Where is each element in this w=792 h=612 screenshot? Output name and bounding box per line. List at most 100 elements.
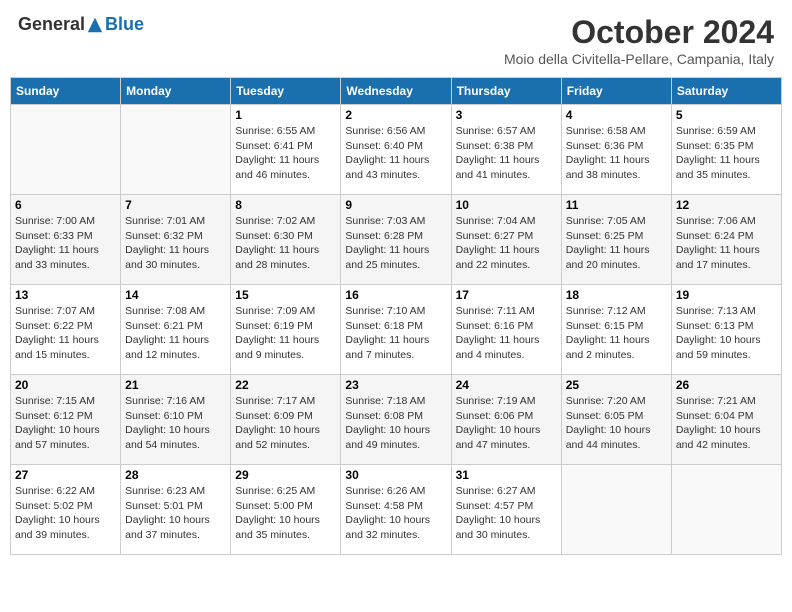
day-info: Sunrise: 7:02 AM Sunset: 6:30 PM Dayligh…: [235, 214, 336, 273]
month-title: October 2024: [504, 14, 774, 51]
day-number: 15: [235, 288, 336, 302]
day-info: Sunrise: 7:16 AM Sunset: 6:10 PM Dayligh…: [125, 394, 226, 453]
day-number: 23: [345, 378, 446, 392]
calendar-week-row: 6Sunrise: 7:00 AM Sunset: 6:33 PM Daylig…: [11, 195, 782, 285]
title-section: October 2024 Moio della Civitella-Pellar…: [504, 14, 774, 67]
day-info: Sunrise: 6:57 AM Sunset: 6:38 PM Dayligh…: [456, 124, 557, 183]
day-header-tuesday: Tuesday: [231, 78, 341, 105]
location-subtitle: Moio della Civitella-Pellare, Campania, …: [504, 51, 774, 67]
calendar-cell: 4 Sunrise: 6:58 AM Sunset: 6:36 PM Daylig…: [561, 105, 671, 195]
calendar-cell: [121, 105, 231, 195]
day-number: 6: [15, 198, 116, 212]
day-number: 24: [456, 378, 557, 392]
calendar-cell: 20 Sunrise: 7:15 AM Sunset: 6:12 PM Dayli…: [11, 375, 121, 465]
day-info: Sunrise: 7:08 AM Sunset: 6:21 PM Dayligh…: [125, 304, 226, 363]
day-header-monday: Monday: [121, 78, 231, 105]
day-number: 19: [676, 288, 777, 302]
day-number: 28: [125, 468, 226, 482]
calendar-cell: [11, 105, 121, 195]
day-info: Sunrise: 7:18 AM Sunset: 6:08 PM Dayligh…: [345, 394, 446, 453]
day-info: Sunrise: 7:04 AM Sunset: 6:27 PM Dayligh…: [456, 214, 557, 273]
day-number: 5: [676, 108, 777, 122]
day-info: Sunrise: 7:15 AM Sunset: 6:12 PM Dayligh…: [15, 394, 116, 453]
calendar-cell: 22Sunrise: 7:17 AM Sunset: 6:09 PM Dayli…: [231, 375, 341, 465]
day-info: Sunrise: 7:11 AM Sunset: 6:16 PM Dayligh…: [456, 304, 557, 363]
calendar-cell: 7 Sunrise: 7:01 AM Sunset: 6:32 PM Daylig…: [121, 195, 231, 285]
day-info: Sunrise: 6:26 AM Sunset: 4:58 PM Dayligh…: [345, 484, 446, 543]
day-number: 2: [345, 108, 446, 122]
day-info: Sunrise: 6:25 AM Sunset: 5:00 PM Dayligh…: [235, 484, 336, 543]
day-number: 8: [235, 198, 336, 212]
day-info: Sunrise: 6:59 AM Sunset: 6:35 PM Dayligh…: [676, 124, 777, 183]
day-header-friday: Friday: [561, 78, 671, 105]
calendar-week-row: 1 Sunrise: 6:55 AM Sunset: 6:41 PM Daylig…: [11, 105, 782, 195]
day-number: 26: [676, 378, 777, 392]
day-number: 13: [15, 288, 116, 302]
day-number: 7: [125, 198, 226, 212]
day-info: Sunrise: 7:12 AM Sunset: 6:15 PM Dayligh…: [566, 304, 667, 363]
logo-icon: [86, 16, 104, 34]
calendar-week-row: 27 Sunrise: 6:22 AM Sunset: 5:02 PM Dayli…: [11, 465, 782, 555]
day-header-thursday: Thursday: [451, 78, 561, 105]
day-info: Sunrise: 6:55 AM Sunset: 6:41 PM Dayligh…: [235, 124, 336, 183]
day-info: Sunrise: 7:13 AM Sunset: 6:13 PM Dayligh…: [676, 304, 777, 363]
day-info: Sunrise: 7:05 AM Sunset: 6:25 PM Dayligh…: [566, 214, 667, 273]
day-info: Sunrise: 7:01 AM Sunset: 6:32 PM Dayligh…: [125, 214, 226, 273]
calendar-cell: 16 Sunrise: 7:10 AM Sunset: 6:18 PM Dayli…: [341, 285, 451, 375]
day-info: Sunrise: 6:22 AM Sunset: 5:02 PM Dayligh…: [15, 484, 116, 543]
calendar-body: 1 Sunrise: 6:55 AM Sunset: 6:41 PM Daylig…: [11, 105, 782, 555]
calendar-cell: 6Sunrise: 7:00 AM Sunset: 6:33 PM Daylig…: [11, 195, 121, 285]
logo-general-text: General: [18, 14, 85, 35]
day-info: Sunrise: 7:06 AM Sunset: 6:24 PM Dayligh…: [676, 214, 777, 273]
calendar-cell: 21 Sunrise: 7:16 AM Sunset: 6:10 PM Dayli…: [121, 375, 231, 465]
calendar-cell: [671, 465, 781, 555]
day-info: Sunrise: 6:23 AM Sunset: 5:01 PM Dayligh…: [125, 484, 226, 543]
day-number: 16: [345, 288, 446, 302]
calendar-cell: 29 Sunrise: 6:25 AM Sunset: 5:00 PM Dayli…: [231, 465, 341, 555]
calendar-cell: 13 Sunrise: 7:07 AM Sunset: 6:22 PM Dayli…: [11, 285, 121, 375]
calendar-cell: 11 Sunrise: 7:05 AM Sunset: 6:25 PM Dayli…: [561, 195, 671, 285]
day-number: 9: [345, 198, 446, 212]
calendar-cell: 12 Sunrise: 7:06 AM Sunset: 6:24 PM Dayli…: [671, 195, 781, 285]
day-number: 31: [456, 468, 557, 482]
calendar-cell: 5 Sunrise: 6:59 AM Sunset: 6:35 PM Daylig…: [671, 105, 781, 195]
calendar-cell: 31 Sunrise: 6:27 AM Sunset: 4:57 PM Dayli…: [451, 465, 561, 555]
day-header-wednesday: Wednesday: [341, 78, 451, 105]
day-info: Sunrise: 7:10 AM Sunset: 6:18 PM Dayligh…: [345, 304, 446, 363]
day-number: 11: [566, 198, 667, 212]
day-number: 30: [345, 468, 446, 482]
day-info: Sunrise: 6:58 AM Sunset: 6:36 PM Dayligh…: [566, 124, 667, 183]
day-number: 18: [566, 288, 667, 302]
day-number: 20: [15, 378, 116, 392]
logo: General Blue: [18, 14, 144, 35]
calendar-cell: 3Sunrise: 6:57 AM Sunset: 6:38 PM Daylig…: [451, 105, 561, 195]
day-number: 27: [15, 468, 116, 482]
page-header: General Blue October 2024 Moio della Civ…: [10, 10, 782, 71]
day-header-sunday: Sunday: [11, 78, 121, 105]
calendar-cell: [561, 465, 671, 555]
day-info: Sunrise: 7:09 AM Sunset: 6:19 PM Dayligh…: [235, 304, 336, 363]
day-info: Sunrise: 7:20 AM Sunset: 6:05 PM Dayligh…: [566, 394, 667, 453]
day-number: 4: [566, 108, 667, 122]
calendar-cell: 24Sunrise: 7:19 AM Sunset: 6:06 PM Dayli…: [451, 375, 561, 465]
calendar-cell: 25Sunrise: 7:20 AM Sunset: 6:05 PM Dayli…: [561, 375, 671, 465]
day-number: 12: [676, 198, 777, 212]
day-number: 29: [235, 468, 336, 482]
day-number: 17: [456, 288, 557, 302]
calendar-cell: 8 Sunrise: 7:02 AM Sunset: 6:30 PM Daylig…: [231, 195, 341, 285]
calendar-week-row: 13 Sunrise: 7:07 AM Sunset: 6:22 PM Dayli…: [11, 285, 782, 375]
day-info: Sunrise: 7:07 AM Sunset: 6:22 PM Dayligh…: [15, 304, 116, 363]
calendar-cell: 26 Sunrise: 7:21 AM Sunset: 6:04 PM Dayli…: [671, 375, 781, 465]
calendar-table: SundayMondayTuesdayWednesdayThursdayFrid…: [10, 77, 782, 555]
day-number: 21: [125, 378, 226, 392]
calendar-cell: 28 Sunrise: 6:23 AM Sunset: 5:01 PM Dayli…: [121, 465, 231, 555]
day-number: 1: [235, 108, 336, 122]
calendar-cell: 1 Sunrise: 6:55 AM Sunset: 6:41 PM Daylig…: [231, 105, 341, 195]
calendar-cell: 2 Sunrise: 6:56 AM Sunset: 6:40 PM Daylig…: [341, 105, 451, 195]
calendar-cell: 19 Sunrise: 7:13 AM Sunset: 6:13 PM Dayli…: [671, 285, 781, 375]
day-info: Sunrise: 6:27 AM Sunset: 4:57 PM Dayligh…: [456, 484, 557, 543]
day-info: Sunrise: 6:56 AM Sunset: 6:40 PM Dayligh…: [345, 124, 446, 183]
calendar-cell: 10Sunrise: 7:04 AM Sunset: 6:27 PM Dayli…: [451, 195, 561, 285]
day-info: Sunrise: 7:21 AM Sunset: 6:04 PM Dayligh…: [676, 394, 777, 453]
calendar-week-row: 20 Sunrise: 7:15 AM Sunset: 6:12 PM Dayli…: [11, 375, 782, 465]
